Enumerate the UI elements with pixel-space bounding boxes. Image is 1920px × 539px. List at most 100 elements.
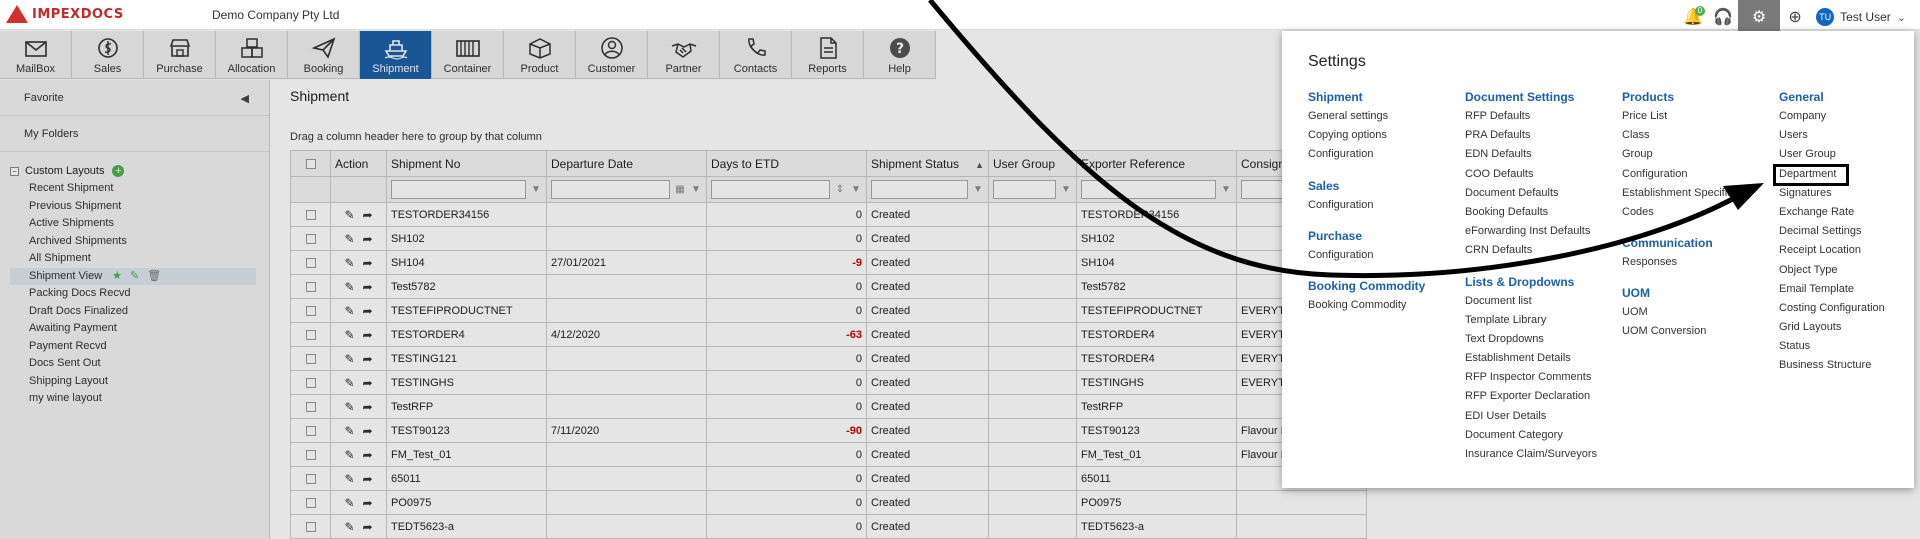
- gear-icon[interactable]: ⚙: [1738, 0, 1781, 34]
- layout-item[interactable]: Active Shipments: [10, 215, 269, 233]
- add-circle-icon[interactable]: ⊕: [1780, 0, 1810, 34]
- layout-item[interactable]: Docs Sent Out: [10, 355, 269, 373]
- settings-link[interactable]: Business Structure: [1779, 356, 1920, 375]
- table-row[interactable]: ✎ ➦ TESTORDER34156 0 Created TESTORDER34156: [290, 202, 1367, 227]
- settings-link[interactable]: Exchange Rate: [1779, 203, 1920, 222]
- trash-icon[interactable]: 🗑: [147, 268, 161, 286]
- settings-link[interactable]: Company: [1779, 107, 1920, 126]
- settings-link[interactable]: Establishment Specific Codes: [1622, 184, 1742, 222]
- shipment-no-cell[interactable]: SH102: [386, 226, 547, 251]
- shipment-no-cell[interactable]: TESTINGHS: [386, 370, 547, 395]
- table-row[interactable]: ✎ ➦ TESTEFIPRODUCTNET 0 Created TESTEFIPRODUC…: [290, 298, 1367, 323]
- layout-item[interactable]: Recent Shipment: [10, 180, 269, 198]
- row-checkbox[interactable]: [305, 401, 316, 412]
- settings-link[interactable]: User Group: [1779, 145, 1920, 164]
- settings-link[interactable]: Configuration: [1308, 145, 1458, 164]
- edit-pencil-icon[interactable]: ✎: [344, 424, 354, 438]
- custom-layouts-header[interactable]: − Custom Layouts +: [10, 162, 269, 180]
- group-by-drop-zone[interactable]: Drag a column header here to group by th…: [290, 131, 542, 143]
- table-row[interactable]: ✎ ➦ SH104 27/01/2021 -9 Created SH104: [290, 250, 1367, 275]
- settings-link[interactable]: Signatures: [1779, 184, 1920, 203]
- settings-link[interactable]: eForwarding Inst Defaults: [1465, 222, 1615, 241]
- layout-item[interactable]: my wine layout: [10, 390, 269, 408]
- table-row[interactable]: ✎ ➦ PO0975 0 Created PO0975: [290, 490, 1367, 515]
- row-checkbox[interactable]: [305, 473, 316, 484]
- row-checkbox[interactable]: [305, 305, 316, 316]
- settings-link[interactable]: EDI User Details: [1465, 407, 1615, 426]
- filter-input[interactable]: [1081, 180, 1216, 199]
- settings-link[interactable]: COO Defaults: [1465, 165, 1615, 184]
- settings-link[interactable]: Costing Configuration: [1779, 299, 1920, 318]
- settings-link[interactable]: Copying options: [1308, 126, 1458, 145]
- edit-pencil-icon[interactable]: ✎: [344, 256, 354, 270]
- module-product-button[interactable]: Product: [504, 31, 576, 79]
- edit-pencil-icon[interactable]: ✎: [344, 472, 354, 486]
- column-header[interactable]: Action: [330, 150, 387, 177]
- table-row[interactable]: ✎ ➦ TEDT5623-a 0 Created TEDT5623-a: [290, 514, 1367, 539]
- layout-item[interactable]: Archived Shipments: [10, 233, 269, 251]
- module-allocation-button[interactable]: Allocation: [216, 31, 288, 79]
- date-filter-input[interactable]: [551, 180, 670, 199]
- edit-pencil-icon[interactable]: ✎: [344, 232, 354, 246]
- layout-item[interactable]: Shipment View ★ ✎ 🗑: [10, 267, 256, 286]
- column-header[interactable]: Exporter Reference: [1076, 150, 1237, 177]
- settings-link[interactable]: RFP Defaults: [1465, 107, 1615, 126]
- settings-link[interactable]: Receipt Location: [1779, 241, 1920, 260]
- edit-icon[interactable]: ✎: [130, 268, 139, 286]
- shipment-no-cell[interactable]: 65011: [386, 466, 547, 491]
- collapse-sidebar-icon[interactable]: ◀: [241, 92, 249, 105]
- row-checkbox[interactable]: [305, 377, 316, 388]
- shipment-no-cell[interactable]: FM_Test_01: [386, 442, 547, 467]
- collapse-tree-icon[interactable]: −: [10, 166, 19, 176]
- settings-link[interactable]: Responses: [1622, 253, 1772, 272]
- favorite-item[interactable]: Favorite ◀: [0, 80, 269, 116]
- layout-item[interactable]: Awaiting Payment: [10, 320, 269, 338]
- shipment-no-cell[interactable]: TESTORDER34156: [386, 202, 547, 227]
- my-folders-item[interactable]: My Folders: [0, 116, 269, 152]
- row-checkbox[interactable]: [305, 353, 316, 364]
- shipment-no-cell[interactable]: TEDT5623-a: [386, 514, 547, 539]
- layout-item[interactable]: Payment Recvd: [10, 338, 269, 356]
- edit-pencil-icon[interactable]: ✎: [344, 376, 354, 390]
- filter-icon[interactable]: ▼: [1060, 184, 1072, 196]
- table-row[interactable]: ✎ ➦ TESTORDER4 4/12/2020 -63 Created TESTORDER…: [290, 322, 1367, 347]
- table-row[interactable]: ✎ ➦ FM_Test_01 0 Created FM_Test_01 Flavour N: [290, 442, 1367, 467]
- module-reports-button[interactable]: Reports: [792, 31, 864, 79]
- share-icon[interactable]: ➦: [363, 256, 373, 270]
- settings-link[interactable]: Document list: [1465, 292, 1615, 311]
- row-checkbox[interactable]: [305, 257, 316, 268]
- settings-link[interactable]: CRN Defaults: [1465, 241, 1615, 260]
- select-all-header[interactable]: [290, 150, 331, 177]
- layout-item[interactable]: Packing Docs Recvd: [10, 285, 269, 303]
- edit-pencil-icon[interactable]: ✎: [344, 448, 354, 462]
- settings-link[interactable]: PRA Defaults: [1465, 126, 1615, 145]
- share-icon[interactable]: ➦: [363, 376, 373, 390]
- module-shipment-button[interactable]: Shipment: [360, 31, 432, 79]
- module-purchase-button[interactable]: Purchase: [144, 31, 216, 79]
- filter-icon[interactable]: ▼: [972, 184, 984, 196]
- settings-link[interactable]: Grid Layouts: [1779, 318, 1920, 337]
- app-logo[interactable]: IMPEXDOCS: [6, 5, 124, 23]
- settings-link[interactable]: RFP Exporter Declaration: [1465, 387, 1615, 406]
- settings-link[interactable]: UOM: [1622, 303, 1772, 322]
- settings-link[interactable]: Configuration: [1308, 196, 1458, 215]
- settings-link[interactable]: Group: [1622, 145, 1772, 164]
- numeric-filter-input[interactable]: [711, 180, 830, 199]
- edit-pencil-icon[interactable]: ✎: [344, 280, 354, 294]
- share-icon[interactable]: ➦: [363, 472, 373, 486]
- settings-link[interactable]: Decimal Settings: [1779, 222, 1920, 241]
- edit-pencil-icon[interactable]: ✎: [344, 208, 354, 222]
- share-icon[interactable]: ➦: [363, 328, 373, 342]
- share-icon[interactable]: ➦: [363, 424, 373, 438]
- filter-input[interactable]: [993, 180, 1056, 199]
- module-contacts-button[interactable]: Contacts: [720, 31, 792, 79]
- module-sales-button[interactable]: Sales: [72, 31, 144, 79]
- settings-link[interactable]: Users: [1779, 126, 1920, 145]
- settings-link[interactable]: Document Category: [1465, 426, 1615, 445]
- shipment-no-cell[interactable]: TestRFP: [386, 394, 547, 419]
- filter-icon[interactable]: ▼: [850, 184, 862, 196]
- row-checkbox[interactable]: [305, 329, 316, 340]
- edit-pencil-icon[interactable]: ✎: [344, 304, 354, 318]
- row-checkbox[interactable]: [305, 425, 316, 436]
- settings-link[interactable]: General settings: [1308, 107, 1458, 126]
